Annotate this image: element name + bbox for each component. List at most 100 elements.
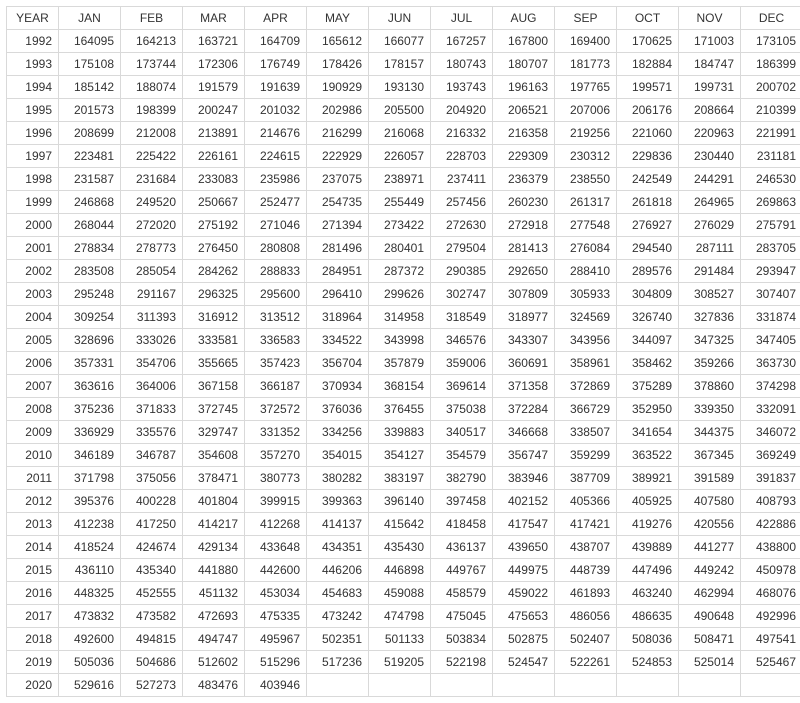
cell-value: 369249 [741,444,800,467]
cell-value: 188074 [121,76,183,99]
cell-value: 318977 [493,306,555,329]
table-row: 2001278834278773276450280808281496280401… [7,237,800,260]
cell-value: 181773 [555,53,617,76]
cell-year: 2002 [7,260,59,283]
cell-value: 371358 [493,375,555,398]
cell-value: 250667 [183,191,245,214]
cell-value: 272020 [121,214,183,237]
cell-value: 352950 [617,398,679,421]
table-row: 2014418524424674429134433648434351435430… [7,536,800,559]
cell-value: 276084 [555,237,617,260]
cell-value: 255449 [369,191,431,214]
cell-value: 334256 [307,421,369,444]
cell-value: 230440 [679,145,741,168]
cell-value: 475653 [493,605,555,628]
table-row: 2003295248291167296325295600296410299626… [7,283,800,306]
cell-value: 281496 [307,237,369,260]
cell-value: 449975 [493,559,555,582]
cell-value: 343307 [493,329,555,352]
col-nov: NOV [679,7,741,30]
cell-value: 473242 [307,605,369,628]
cell-value: 492600 [59,628,121,651]
cell-value: 372745 [183,398,245,421]
cell-value: 347405 [741,329,800,352]
cell-year: 1995 [7,99,59,122]
cell-year: 2008 [7,398,59,421]
cell-value: 435340 [121,559,183,582]
cell-value: 495967 [245,628,307,651]
cell-value: 473582 [121,605,183,628]
cell-value: 451132 [183,582,245,605]
cell-value: 391837 [741,467,800,490]
cell-year: 2019 [7,651,59,674]
cell-value: 332091 [741,398,800,421]
cell-value: 374298 [741,375,800,398]
cell-value: 502875 [493,628,555,651]
cell-value: 210399 [741,99,800,122]
cell-value: 363616 [59,375,121,398]
cell-year: 2020 [7,674,59,697]
cell-value: 228703 [431,145,493,168]
cell-value: 291484 [679,260,741,283]
cell-value [741,674,800,697]
cell-year: 2009 [7,421,59,444]
table-row: 1994185142188074191579191639190929193130… [7,76,800,99]
cell-value: 503834 [431,628,493,651]
cell-value: 415642 [369,513,431,536]
cell-value: 308527 [679,283,741,306]
cell-value: 213891 [183,122,245,145]
cell-year: 2013 [7,513,59,536]
cell-value: 475335 [245,605,307,628]
cell-value: 296410 [307,283,369,306]
cell-value: 375038 [431,398,493,421]
cell-value: 354127 [369,444,431,467]
cell-value: 434351 [307,536,369,559]
cell-value: 378471 [183,467,245,490]
cell-value: 295248 [59,283,121,306]
cell-value: 231587 [59,168,121,191]
cell-value: 492996 [741,605,800,628]
cell-value: 272630 [431,214,493,237]
cell-value: 376036 [307,398,369,421]
cell-value: 224615 [245,145,307,168]
cell-value: 289576 [617,260,679,283]
cell-value: 402152 [493,490,555,513]
cell-year: 1992 [7,30,59,53]
cell-value: 201032 [245,99,307,122]
cell-value: 216332 [431,122,493,145]
cell-value: 206521 [493,99,555,122]
cell-value: 453034 [245,582,307,605]
cell-value: 287372 [369,260,431,283]
cell-value: 339883 [369,421,431,444]
cell-value: 380282 [307,467,369,490]
cell-value: 357270 [245,444,307,467]
table-row: 2016448325452555451132453034454683459088… [7,582,800,605]
cell-value: 280401 [369,237,431,260]
cell-value: 331352 [245,421,307,444]
cell-value: 316912 [183,306,245,329]
cell-value: 207006 [555,99,617,122]
cell-value: 295600 [245,283,307,306]
cell-value: 246868 [59,191,121,214]
cell-value: 356704 [307,352,369,375]
cell-value: 184747 [679,53,741,76]
cell-year: 1997 [7,145,59,168]
cell-year: 2016 [7,582,59,605]
cell-value: 346787 [121,444,183,467]
cell-value: 355665 [183,352,245,375]
col-oct: OCT [617,7,679,30]
table-row: 2013412238417250414217412268414137415642… [7,513,800,536]
cell-value: 344097 [617,329,679,352]
cell-value: 382790 [431,467,493,490]
cell-value: 346576 [431,329,493,352]
cell-value: 339350 [679,398,741,421]
cell-value: 408793 [741,490,800,513]
cell-value: 214676 [245,122,307,145]
cell-value: 284262 [183,260,245,283]
table-row: 2000268044272020275192271046271394273422… [7,214,800,237]
cell-value: 334522 [307,329,369,352]
cell-value: 399363 [307,490,369,513]
cell-value: 463240 [617,582,679,605]
cell-value: 229836 [617,145,679,168]
cell-value: 343956 [555,329,617,352]
